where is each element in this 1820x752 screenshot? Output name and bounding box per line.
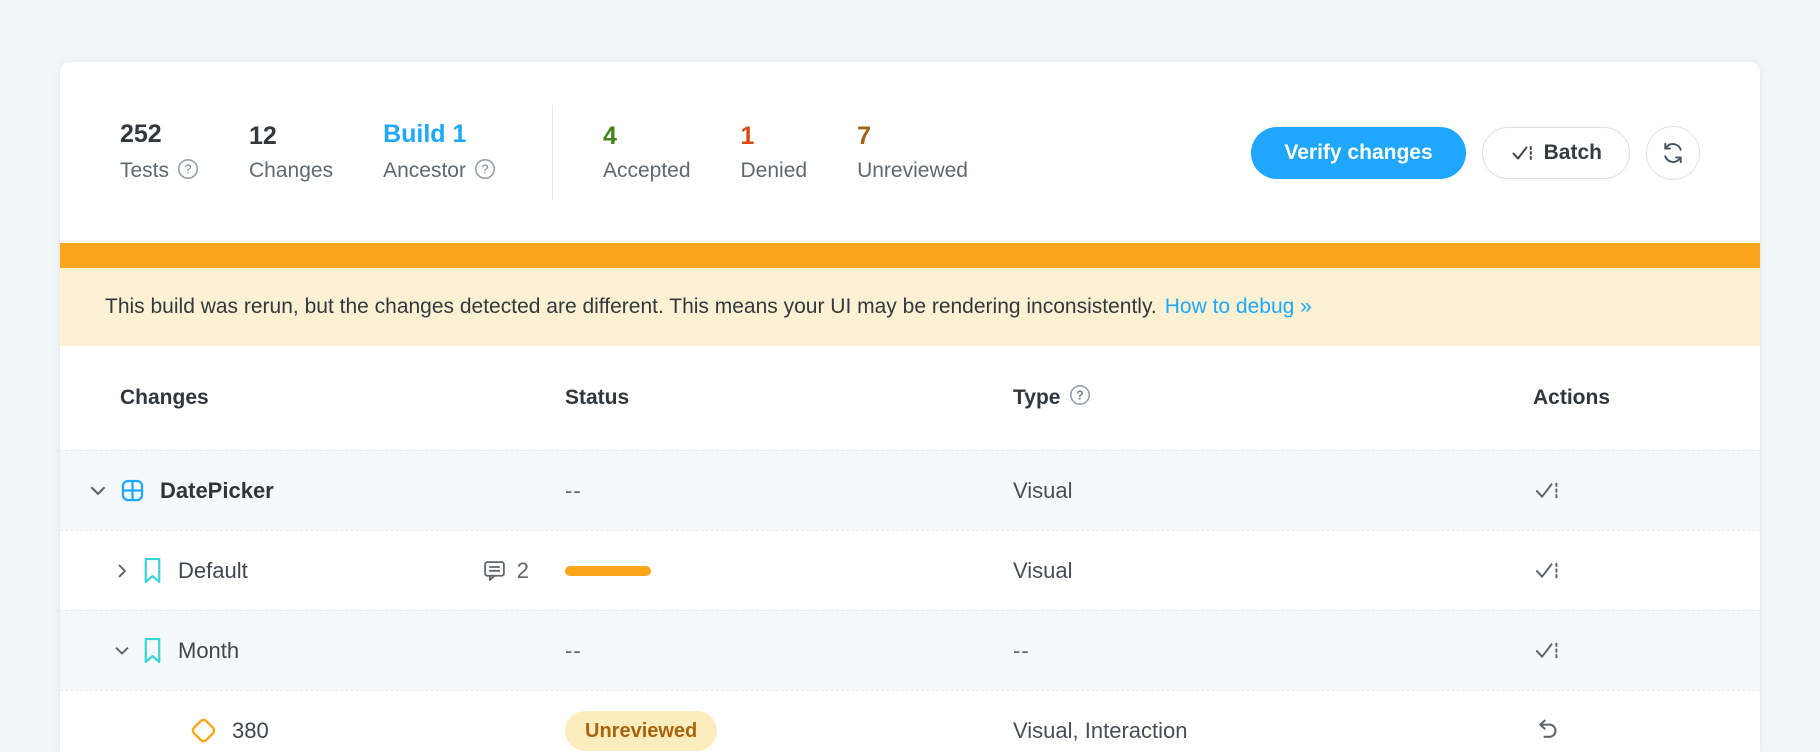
comment-count: 2 <box>517 558 529 584</box>
stat-ancestor-build: Build 1 Ancestor ? <box>383 122 496 184</box>
column-header-changes: Changes <box>120 386 565 410</box>
svg-text:?: ? <box>481 162 488 176</box>
ancestor-build-link[interactable]: Build 1 <box>383 122 496 147</box>
banner-message: This build was rerun, but the changes de… <box>105 295 1157 319</box>
table-row-month[interactable]: Month -- -- <box>60 610 1760 690</box>
column-header-type: Type ? <box>1013 384 1533 412</box>
chevron-down-icon[interactable] <box>88 481 108 501</box>
question-icon[interactable]: ? <box>1069 384 1091 412</box>
chevron-down-icon[interactable] <box>113 642 131 660</box>
type-value: Visual, Interaction <box>1013 718 1533 744</box>
question-icon[interactable]: ? <box>177 158 199 184</box>
changes-count: 12 <box>249 124 333 149</box>
undo-icon[interactable] <box>1533 717 1560 744</box>
table-row-default[interactable]: Default 2 Visual <box>60 530 1760 610</box>
type-value: -- <box>1013 638 1533 664</box>
bookmark-icon <box>142 557 163 584</box>
batch-accept-icon[interactable] <box>1533 637 1560 664</box>
changes-table-header: Changes Status Type ? Actions <box>60 346 1760 450</box>
rerun-build-button[interactable] <box>1646 126 1700 180</box>
svg-text:?: ? <box>185 162 192 176</box>
stat-unreviewed: 7 Unreviewed <box>857 124 968 181</box>
tests-label: Tests <box>120 160 169 181</box>
how-to-debug-link[interactable]: How to debug » <box>1165 295 1312 319</box>
type-value: Visual <box>1013 558 1533 584</box>
bookmark-icon <box>142 637 163 664</box>
table-row-380[interactable]: 380 Unreviewed Visual, Interaction <box>60 690 1760 752</box>
batch-accept-icon[interactable] <box>1533 557 1560 584</box>
comment-icon <box>482 558 507 583</box>
stat-accepted: 4 Accepted <box>603 124 691 181</box>
svg-text:?: ? <box>1077 388 1085 402</box>
unreviewed-label: Unreviewed <box>857 160 968 181</box>
chevron-right-icon[interactable] <box>113 562 131 580</box>
column-header-actions: Actions <box>1533 386 1700 410</box>
rerun-warning-banner: This build was rerun, but the changes de… <box>60 268 1760 346</box>
accepted-count: 4 <box>603 124 691 149</box>
status-progress-bar <box>565 566 651 576</box>
batch-accept-icon[interactable] <box>1533 477 1560 504</box>
build-summary-card: 252 Tests ? 12 Changes Build 1 Ancestor … <box>60 62 1760 752</box>
ancestor-label: Ancestor <box>383 160 466 181</box>
verify-changes-button[interactable]: Verify changes <box>1251 127 1465 179</box>
story-name: Default <box>178 558 248 584</box>
stat-denied: 1 Denied <box>741 124 808 181</box>
sync-icon <box>1659 139 1687 167</box>
status-value: -- <box>565 638 1013 664</box>
build-header: 252 Tests ? 12 Changes Build 1 Ancestor … <box>60 62 1760 243</box>
question-icon[interactable]: ? <box>474 158 496 184</box>
test-name: 380 <box>232 718 269 744</box>
warning-accent-bar <box>60 243 1760 268</box>
story-name: Month <box>178 638 239 664</box>
stat-tests: 252 Tests ? <box>120 122 199 184</box>
stats-divider <box>552 105 553 200</box>
batch-label: Batch <box>1544 141 1602 165</box>
unreviewed-count: 7 <box>857 124 968 149</box>
toolbar: Verify changes Batch <box>1251 126 1700 180</box>
changes-label: Changes <box>249 160 333 181</box>
accepted-label: Accepted <box>603 160 691 181</box>
status-value: -- <box>565 478 1013 504</box>
stat-changes: 12 Changes <box>249 124 333 181</box>
status-badge: Unreviewed <box>565 711 717 751</box>
component-grid-icon <box>119 477 146 504</box>
comment-indicator[interactable]: 2 <box>482 558 529 584</box>
type-value: Visual <box>1013 478 1533 504</box>
tests-count: 252 <box>120 122 199 147</box>
batch-check-list-icon <box>1510 141 1534 165</box>
table-row-datepicker[interactable]: DatePicker -- Visual <box>60 450 1760 530</box>
component-name: DatePicker <box>160 478 274 504</box>
batch-button[interactable]: Batch <box>1482 127 1630 179</box>
change-diamond-icon <box>188 715 219 746</box>
denied-count: 1 <box>741 124 808 149</box>
denied-label: Denied <box>741 160 808 181</box>
column-header-status: Status <box>565 386 1013 410</box>
